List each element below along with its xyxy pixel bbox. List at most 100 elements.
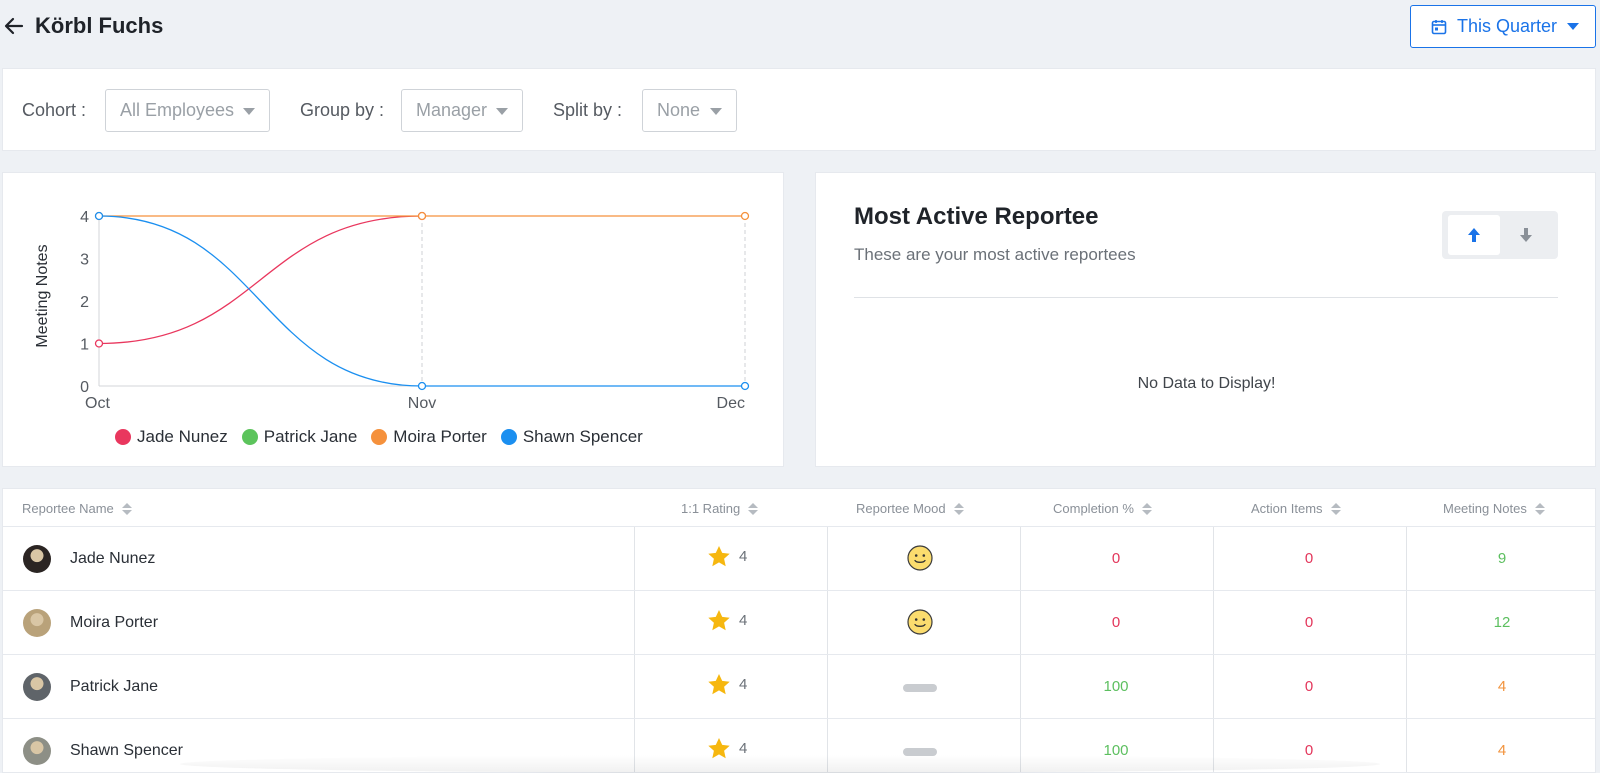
rating-cell: 4 <box>707 545 747 568</box>
data-point <box>740 381 750 391</box>
legend-label: Moira Porter <box>393 427 487 446</box>
column-header-meeting-notes[interactable]: Meeting Notes <box>1443 501 1545 516</box>
y-tick-label: 1 <box>80 337 89 354</box>
rating-cell: 4 <box>707 609 747 632</box>
reportee-name[interactable]: Moira Porter <box>70 614 158 632</box>
data-point <box>740 211 750 221</box>
divider <box>854 297 1558 298</box>
sort-descending-button[interactable] <box>1500 215 1552 255</box>
cohort-select[interactable]: All Employees <box>105 89 270 132</box>
cohort-value: All Employees <box>120 100 235 120</box>
table-row[interactable]: Patrick Jane 4 100 0 4 <box>3 655 1595 719</box>
column-header-completion[interactable]: Completion % <box>1053 501 1152 516</box>
legend-item[interactable]: Moira Porter <box>371 427 487 447</box>
completion-value: 0 <box>1111 614 1121 631</box>
legend-item[interactable]: Patrick Jane <box>241 427 358 447</box>
sort-icon <box>953 502 964 515</box>
data-point <box>417 211 427 221</box>
y-tick-label: 0 <box>80 379 89 396</box>
card-title: Most Active Reportee <box>854 203 1099 230</box>
chevron-down-icon <box>1567 23 1580 30</box>
split-by-select[interactable]: None <box>642 89 737 132</box>
sort-icon <box>121 502 132 515</box>
legend-item[interactable]: Shawn Spencer <box>500 427 643 447</box>
rating-value: 4 <box>739 548 748 565</box>
data-point <box>94 211 104 221</box>
table-header-row: Reportee Name 1:1 Rating Reportee Mood C… <box>3 489 1595 527</box>
chevron-down-icon <box>243 108 255 115</box>
sort-icon <box>748 502 759 515</box>
meeting-notes-chart-card: 0 1 2 3 4 Oct Nov Dec Meeting Notes Jade Nunez Pa… <box>2 172 784 467</box>
avatar <box>23 545 51 573</box>
column-header-mood[interactable]: Reportee Mood <box>856 501 964 516</box>
meeting-notes-value: 4 <box>1497 742 1507 759</box>
star-icon <box>707 545 731 568</box>
meeting-notes-value: 9 <box>1497 550 1507 567</box>
smile-icon <box>907 609 933 635</box>
group-by-value: Manager <box>416 100 488 120</box>
rating-cell: 4 <box>707 673 747 696</box>
chevron-down-icon <box>496 108 508 115</box>
empty-state-message: No Data to Display! <box>1137 375 1276 392</box>
arrow-down-icon <box>1520 228 1532 242</box>
data-point <box>94 339 104 348</box>
chevron-down-icon <box>710 108 722 115</box>
cohort-label: Cohort : <box>22 100 87 120</box>
series-line-jade-nunez <box>98 215 423 345</box>
sort-ascending-button[interactable] <box>1448 215 1500 255</box>
star-icon <box>707 609 731 632</box>
column-header-reportee-name[interactable]: Reportee Name <box>22 501 132 516</box>
meeting-notes-value: 12 <box>1493 614 1511 631</box>
chart-legend: Jade Nunez Patrick Jane Moira Porter Shawn … <box>115 427 643 447</box>
meeting-notes-value: 4 <box>1497 678 1507 695</box>
no-mood-indicator <box>903 684 937 692</box>
y-tick-label: 4 <box>80 209 89 226</box>
y-tick-label: 3 <box>80 252 89 269</box>
reportee-name[interactable]: Patrick Jane <box>70 678 158 696</box>
table-row[interactable]: Jade Nunez 4 0 0 9 <box>3 527 1595 591</box>
calendar-icon <box>1431 19 1447 34</box>
arrow-up-icon <box>1468 228 1480 242</box>
avatar <box>23 609 51 637</box>
table-row[interactable]: Moira Porter 4 0 0 12 <box>3 591 1595 655</box>
sort-icon <box>1141 502 1152 515</box>
date-range-button[interactable]: This Quarter <box>1410 5 1596 48</box>
filter-bar: Cohort : All Employees Group by : Manage… <box>2 68 1596 151</box>
y-axis-label: Meeting Notes <box>34 244 51 347</box>
legend-swatch <box>500 429 517 445</box>
action-items-value: 0 <box>1304 678 1314 695</box>
avatar <box>23 737 51 765</box>
legend-label: Patrick Jane <box>263 427 358 446</box>
group-by-select[interactable]: Manager <box>401 89 523 132</box>
split-by-label: Split by : <box>553 100 623 120</box>
action-items-value: 0 <box>1304 550 1314 567</box>
split-by-value: None <box>657 100 701 120</box>
action-items-value: 0 <box>1304 742 1314 759</box>
reportee-name[interactable]: Jade Nunez <box>70 550 155 568</box>
action-items-value: 0 <box>1304 614 1314 631</box>
completion-value: 100 <box>1103 678 1129 695</box>
card-subtitle: These are your most active reportees <box>854 245 1136 264</box>
meeting-notes-line-chart: 0 1 2 3 4 Oct Nov Dec Meeting Notes <box>34 209 750 412</box>
reportee-name[interactable]: Shawn Spencer <box>70 742 183 760</box>
scroll-shadow <box>180 755 1380 773</box>
back-arrow-icon[interactable] <box>2 14 26 38</box>
rating-value: 4 <box>739 612 748 629</box>
y-tick-label: 2 <box>80 294 89 311</box>
reportee-table: Reportee Name 1:1 Rating Reportee Mood C… <box>2 488 1596 773</box>
completion-value: 0 <box>1111 550 1121 567</box>
column-header-rating[interactable]: 1:1 Rating <box>681 501 759 516</box>
most-active-reportee-card: Most Active Reportee These are your most… <box>815 172 1596 467</box>
sort-icon <box>1330 502 1341 515</box>
star-icon <box>707 673 731 696</box>
date-range-label: This Quarter <box>1457 16 1558 36</box>
legend-swatch <box>115 429 131 445</box>
legend-item[interactable]: Jade Nunez <box>115 427 228 447</box>
column-header-action-items[interactable]: Action Items <box>1251 501 1341 516</box>
page-title: Körbl Fuchs <box>35 13 164 38</box>
x-tick-label: Nov <box>408 395 436 412</box>
x-tick-label: Dec <box>717 395 745 412</box>
sort-toggle <box>1442 211 1558 259</box>
legend-swatch <box>241 429 258 445</box>
smile-icon <box>907 545 933 571</box>
